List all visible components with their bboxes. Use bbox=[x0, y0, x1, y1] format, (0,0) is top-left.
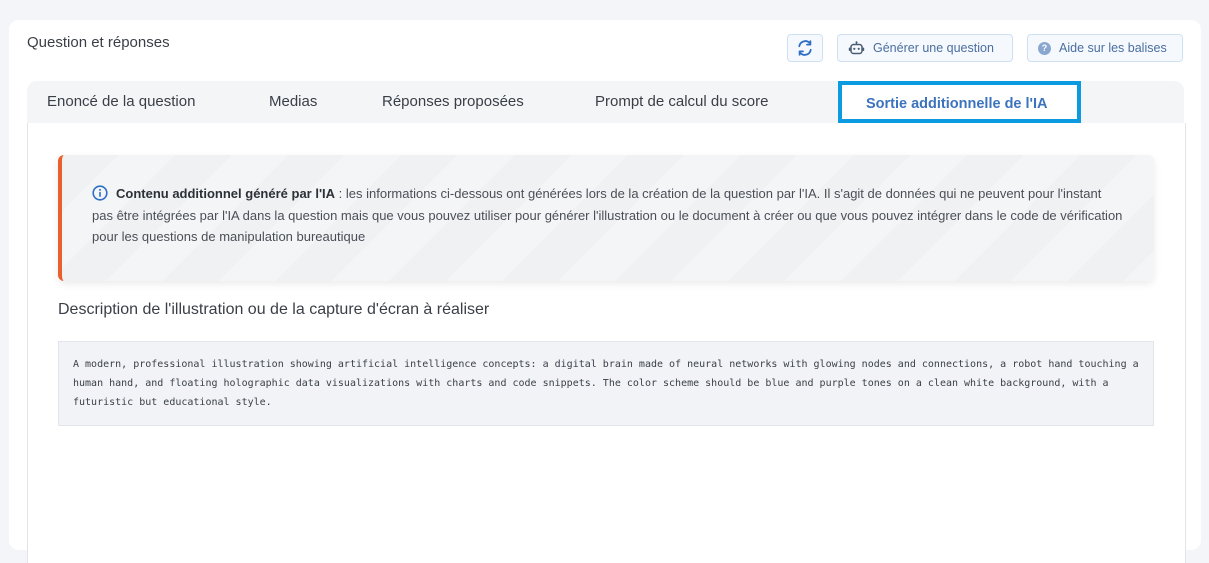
tab-statement[interactable]: Enoncé de la question bbox=[47, 81, 195, 123]
tag-help-label: Aide sur les balises bbox=[1059, 41, 1167, 55]
illustration-description-title: Description de l'illustration ou de la c… bbox=[58, 301, 490, 318]
tabs-bar: Enoncé de la question Medias Réponses pr… bbox=[27, 81, 1184, 124]
refresh-icon bbox=[798, 40, 812, 56]
tab-ai-additional-output[interactable]: Sortie additionnelle de l'IA bbox=[838, 81, 1081, 123]
tag-help-button[interactable]: ? Aide sur les balises bbox=[1027, 34, 1183, 62]
question-icon: ? bbox=[1038, 41, 1051, 55]
tab-score-prompt[interactable]: Prompt de calcul du score bbox=[595, 81, 768, 123]
toolbar: Générer une question ? Aide sur les bali… bbox=[787, 34, 1183, 62]
question-card: Question et réponses Générer une questio… bbox=[9, 20, 1201, 563]
ai-info-alert: Contenu additionnel généré par l'IA : le… bbox=[58, 155, 1154, 281]
generate-question-label: Générer une question bbox=[873, 41, 994, 55]
robot-icon bbox=[848, 40, 865, 54]
generate-question-button[interactable]: Générer une question bbox=[837, 34, 1013, 62]
tab-panel: Contenu additionnel généré par l'IA : le… bbox=[27, 123, 1186, 563]
card-title: Question et réponses bbox=[27, 34, 170, 51]
illustration-description-box: A modern, professional illustration show… bbox=[58, 341, 1154, 426]
info-icon bbox=[92, 185, 108, 201]
tab-medias[interactable]: Medias bbox=[269, 81, 317, 123]
alert-title: Contenu additionnel généré par l'IA bbox=[116, 186, 336, 201]
refresh-button[interactable] bbox=[787, 34, 823, 62]
tab-proposed-answers[interactable]: Réponses proposées bbox=[382, 81, 524, 123]
